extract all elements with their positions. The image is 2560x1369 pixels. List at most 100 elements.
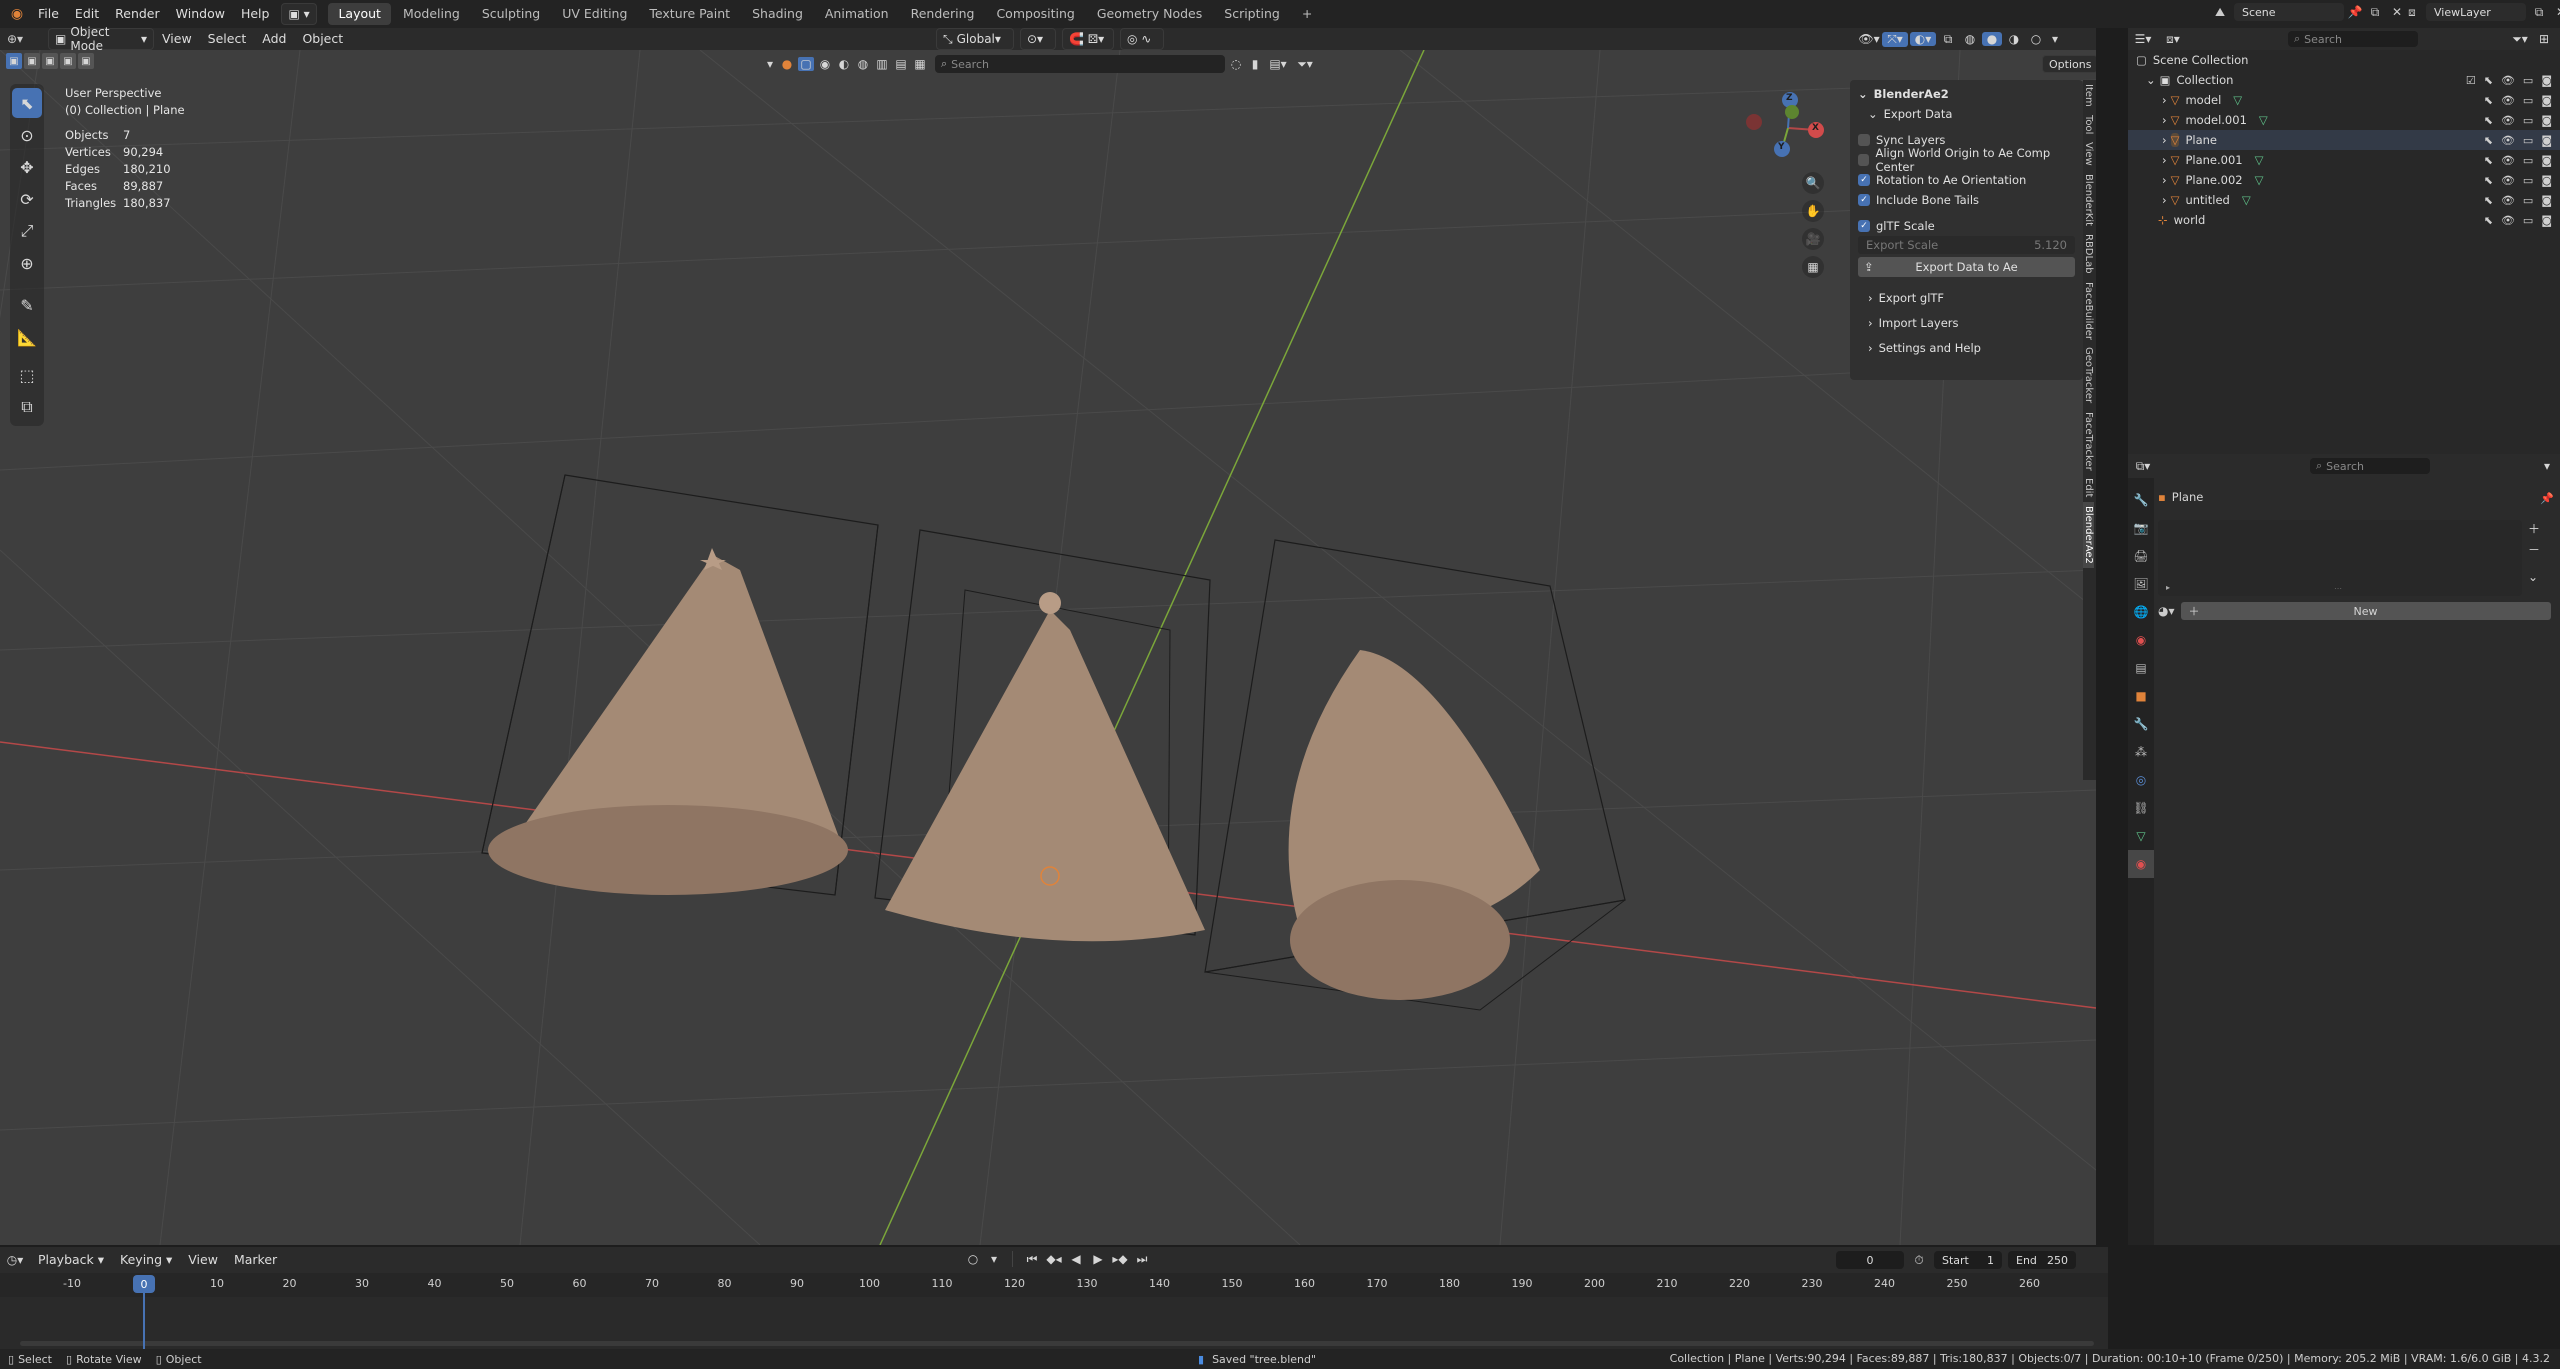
next-keyframe-icon[interactable]: ▸◆: [1111, 1252, 1129, 1266]
view-layer-field[interactable]: ViewLayer: [2426, 3, 2526, 21]
select-box-tool[interactable]: ⬉: [12, 88, 42, 118]
menu-render[interactable]: Render: [107, 0, 168, 28]
shading-material-icon[interactable]: ◑: [2004, 32, 2024, 46]
filter-light-icon[interactable]: ◍: [855, 57, 871, 71]
mode-dropdown[interactable]: ▣ Object Mode ▾: [48, 25, 154, 53]
outliner-row-plane-002[interactable]: › ▽ Plane.002 ▽ ⬉ 👁 ▭ ◙: [2128, 170, 2560, 190]
viewport-monitor-icon[interactable]: ▭: [2523, 174, 2533, 187]
tab-geometry-nodes[interactable]: Geometry Nodes: [1087, 3, 1212, 25]
sidebar-tab-rbdlab[interactable]: RBDLab: [2083, 230, 2094, 278]
outliner-row-plane-001[interactable]: › ▽ Plane.001 ▽ ⬉ 👁 ▭ ◙: [2128, 150, 2560, 170]
tab-rendering[interactable]: Rendering: [901, 3, 985, 25]
delete-view-layer-icon[interactable]: ✕: [2552, 5, 2560, 19]
sidebar-tab-edit[interactable]: Edit: [2083, 474, 2094, 501]
play-icon[interactable]: ▶: [1089, 1252, 1107, 1266]
timeline-menu-marker[interactable]: Marker: [226, 1246, 285, 1274]
tab-shading[interactable]: Shading: [742, 3, 813, 25]
outliner-row-plane[interactable]: › ▽ Plane ⬉ 👁 ▭ ◙: [2128, 130, 2560, 150]
shading-wireframe-icon[interactable]: ◍: [1960, 32, 1980, 46]
modifier-tab-icon[interactable]: 🔧: [2128, 710, 2154, 738]
view-layer-icon[interactable]: ⧈: [2402, 5, 2422, 20]
outliner-row-collection[interactable]: ⌄ ▣ Collection ☑ ⬉ 👁 ▭ ◙: [2128, 70, 2560, 90]
shading-solid-icon[interactable]: ●: [1982, 32, 2002, 46]
settings-help-panel[interactable]: › Settings and Help: [1850, 335, 2083, 360]
select-extend-icon[interactable]: ▣: [24, 53, 40, 69]
render-camera-icon[interactable]: ◙: [2541, 94, 2552, 107]
tab-modeling[interactable]: Modeling: [393, 3, 470, 25]
constraints-tab-icon[interactable]: ⛓: [2128, 794, 2154, 822]
transform-tool[interactable]: ⊕: [12, 248, 42, 278]
object-tab-icon[interactable]: ■: [2128, 682, 2154, 710]
tab-scripting[interactable]: Scripting: [1214, 3, 1290, 25]
editor-type-dropdown[interactable]: ▣ ▾: [281, 3, 318, 25]
sidebar-tab-facetracker[interactable]: FaceTracker: [2083, 408, 2094, 475]
properties-search-field[interactable]: ⌕ Search: [2310, 458, 2430, 474]
outliner-row-model-001[interactable]: › ▽ model.001 ▽ ⬉ 👁 ▭ ◙: [2128, 110, 2560, 130]
scene-icon[interactable]: ⛰: [2210, 5, 2230, 20]
outliner-row-scene-collection[interactable]: ▢ Scene Collection: [2128, 50, 2560, 70]
viewport-search-field[interactable]: ⌕ Search: [935, 55, 1225, 73]
viewport-monitor-icon[interactable]: ▭: [2523, 114, 2533, 127]
snap-toggle[interactable]: 🧲 ⚄▾: [1062, 28, 1114, 50]
selectable-icon[interactable]: ⬉: [2484, 74, 2493, 87]
new-scene-icon[interactable]: ⧉: [2366, 5, 2384, 20]
slot-menu-icon[interactable]: ⌄: [2528, 570, 2540, 584]
filter-icon[interactable]: ⏷▾: [2510, 32, 2530, 47]
add-cube-tool[interactable]: ⬚: [12, 360, 42, 390]
playhead-frame-marker[interactable]: 0: [133, 1275, 155, 1293]
keying-set-icon[interactable]: ▾: [986, 1252, 1002, 1266]
select-invert-icon[interactable]: ▣: [60, 53, 76, 69]
timeline-scrollbar[interactable]: [20, 1341, 2094, 1346]
filter-chevron-icon[interactable]: ▾: [764, 57, 776, 71]
render-camera-icon[interactable]: ◙: [2541, 134, 2552, 147]
pan-hand-icon[interactable]: ✋: [1802, 200, 1824, 222]
viewport-monitor-icon[interactable]: ▭: [2523, 214, 2533, 227]
timeline-editor-icon[interactable]: ◷▾: [0, 1253, 30, 1267]
align-origin-checkbox[interactable]: Align World Origin to Ae Comp Center: [1850, 146, 2083, 174]
ortho-grid-icon[interactable]: ▦: [1802, 256, 1824, 278]
layout-icon[interactable]: ▤▾: [1266, 57, 1290, 71]
collection-tab-icon[interactable]: ▤: [2128, 654, 2154, 682]
viewport-monitor-icon[interactable]: ▭: [2523, 154, 2533, 167]
menu-help[interactable]: Help: [233, 0, 278, 28]
material-sphere-icon[interactable]: ◕▾: [2158, 604, 2175, 618]
scale-tool[interactable]: ⤢: [12, 216, 42, 246]
prev-keyframe-icon[interactable]: ◆◂: [1045, 1252, 1063, 1266]
properties-editor-icon[interactable]: ⧉▾: [2128, 459, 2158, 474]
timeline-body[interactable]: [0, 1297, 2108, 1349]
visibility-eye-icon[interactable]: 👁: [2501, 74, 2515, 87]
particles-tab-icon[interactable]: ⁂: [2128, 738, 2154, 766]
add-workspace-button[interactable]: +: [1292, 3, 1322, 25]
render-camera-icon[interactable]: ◙: [2541, 114, 2552, 127]
shading-options-icon[interactable]: ▾: [2048, 32, 2062, 46]
render-camera-icon[interactable]: ◙: [2541, 174, 2552, 187]
tab-sculpting[interactable]: Sculpting: [472, 3, 550, 25]
end-frame-field[interactable]: End 250: [2008, 1251, 2076, 1269]
sidebar-tab-item[interactable]: Item: [2083, 80, 2094, 111]
bookmark-icon[interactable]: ▮: [1247, 57, 1263, 71]
add-object-tool[interactable]: ⧉: [12, 392, 42, 422]
viewport-monitor-icon[interactable]: ▭: [2523, 134, 2533, 147]
gizmo-toggle-icon[interactable]: ⤧▾: [1882, 31, 1908, 47]
visibility-eye-icon[interactable]: 👁: [2501, 134, 2515, 147]
scene-field[interactable]: Scene: [2234, 3, 2344, 21]
tab-animation[interactable]: Animation: [815, 3, 899, 25]
annotate-tool[interactable]: ✎: [12, 290, 42, 320]
viewport-menu-view[interactable]: View: [154, 25, 200, 53]
overlay-toggle-icon[interactable]: ◐▾: [1910, 32, 1936, 46]
play-reverse-icon[interactable]: ◀: [1067, 1252, 1085, 1266]
clear-search-icon[interactable]: ◌: [1228, 57, 1244, 71]
tab-texture-paint[interactable]: Texture Paint: [639, 3, 740, 25]
outliner-row-world[interactable]: ⊹ world ⬉ 👁 ▭ ◙: [2128, 210, 2560, 230]
resize-handle-icon[interactable]: ⋯: [2334, 584, 2342, 593]
add-slot-icon[interactable]: ＋: [2528, 520, 2540, 537]
viewport-monitor-icon[interactable]: ▭: [2523, 74, 2533, 87]
export-gltf-panel[interactable]: › Export glTF: [1850, 285, 2083, 310]
sidebar-tab-tool[interactable]: Tool: [2083, 111, 2094, 138]
selectable-icon[interactable]: ⬉: [2484, 114, 2493, 127]
display-mode-icon[interactable]: ⧈▾: [2158, 32, 2188, 47]
start-frame-field[interactable]: Start 1: [1934, 1251, 2002, 1269]
physics-tab-icon[interactable]: ◎: [2128, 766, 2154, 794]
selectable-icon[interactable]: ⬉: [2484, 194, 2493, 207]
filter-curve-icon[interactable]: ◐: [836, 57, 852, 71]
